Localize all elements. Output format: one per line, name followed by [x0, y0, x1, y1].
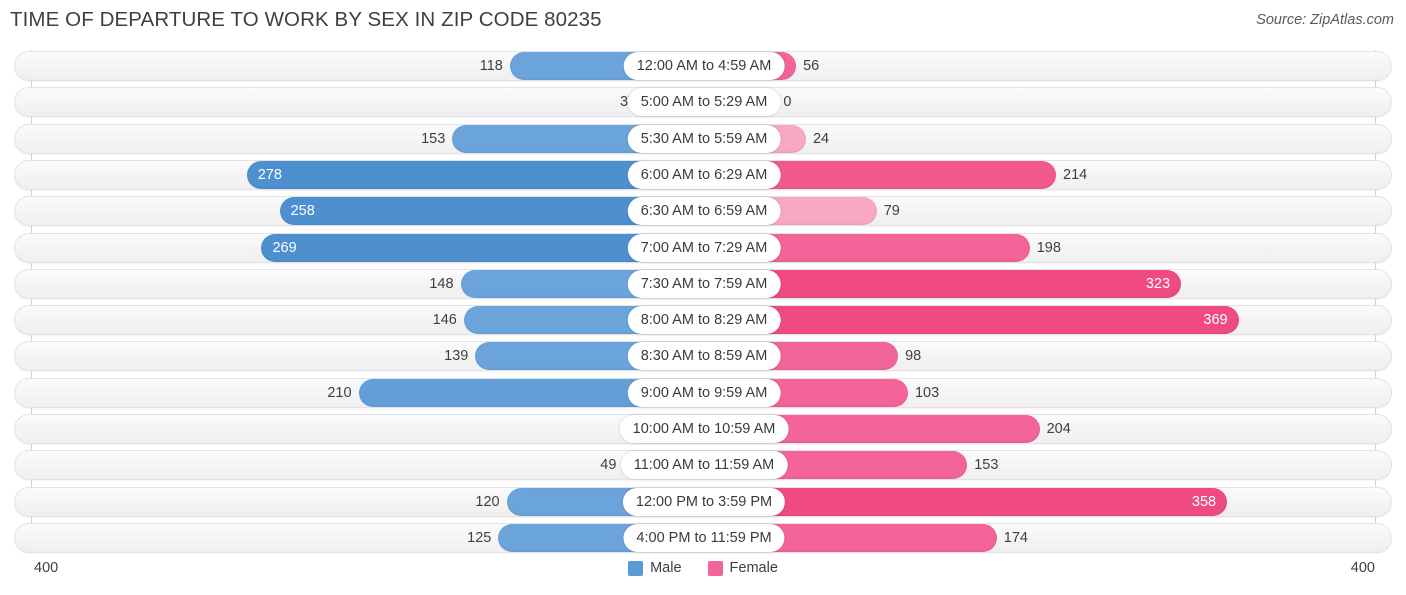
row-bars: 269 198 7:00 AM to 7:29 AM: [15, 233, 1393, 262]
legend-label: Male: [650, 560, 682, 576]
category-label: 7:00 AM to 7:29 AM: [627, 233, 781, 262]
row-bars: 49 153 11:00 AM to 11:59 AM: [15, 451, 1393, 480]
chart-row: 278 214 6:00 AM to 6:29 AM: [14, 159, 1393, 190]
row-bars: 258 79 6:30 AM to 6:59 AM: [15, 197, 1393, 226]
row-bars: 125 174 4:00 PM to 11:59 PM: [15, 523, 1393, 552]
chart-row: 258 79 6:30 AM to 6:59 AM: [14, 196, 1393, 227]
row-bars: 37 05:00 AM to 5:29 AM: [15, 88, 1393, 117]
bar-value-female: 56: [803, 58, 820, 74]
chart-row: 16 204 10:00 AM to 10:59 AM: [14, 414, 1392, 444]
legend-label: Female: [729, 560, 778, 576]
bar-value-female: 204: [1046, 421, 1071, 437]
category-label: 5:30 AM to 5:59 AM: [627, 124, 781, 153]
category-label: 9:00 AM to 9:59 AM: [627, 378, 781, 407]
chart-header: TIME OF DEPARTURE TO WORK BY SEX IN ZIP …: [0, 0, 1406, 44]
chart-row: 153 24 5:30 AM to 5:59 AM: [14, 123, 1393, 154]
bar-value-male: 139: [444, 348, 469, 365]
category-label: 8:30 AM to 8:59 AM: [627, 342, 781, 371]
category-label: 12:00 PM to 3:59 PM: [622, 487, 786, 516]
chart-row: 139 98 8:30 AM to 8:59 AM: [14, 341, 1393, 372]
category-label: 6:30 AM to 6:59 AM: [627, 197, 781, 226]
chart-row: 148 323 7:30 AM to 7:59 AM: [14, 268, 1393, 299]
category-label: 6:00 AM to 6:29 AM: [627, 160, 781, 189]
bar-value-male: 125: [467, 529, 492, 546]
legend-item-female[interactable]: Female: [707, 560, 778, 576]
bar-value-female: 98: [905, 348, 922, 365]
row-bars: 139 98 8:30 AM to 8:59 AM: [15, 342, 1393, 371]
category-label: 10:00 AM to 10:59 AM: [619, 415, 789, 443]
bar-value-male: 49: [600, 457, 617, 474]
bar-value-female: 153: [974, 457, 999, 474]
row-bars: 210 103 9:00 AM to 9:59 AM: [15, 378, 1393, 407]
bar-value-male: 148: [429, 275, 454, 292]
category-label: 12:00 AM to 4:59 AM: [623, 52, 785, 80]
bar-value-female: 198: [1036, 239, 1061, 256]
bar-value-male: 120: [475, 493, 500, 510]
chart-footer: 400 400 Male Female: [0, 555, 1406, 595]
chart-plot-area: 118 56 12:00 AM to 4:59 AM 37 05:00 AM to 5:…: [0, 50, 1406, 555]
row-bars: 118 56 12:00 AM to 4:59 AM: [15, 52, 1393, 80]
bar-value-female: 214: [1063, 166, 1088, 183]
chart-row: 37 05:00 AM to 5:29 AM: [14, 87, 1393, 118]
bar-value-female: 323: [1145, 275, 1171, 292]
chart-row: 210 103 9:00 AM to 9:59 AM: [14, 377, 1393, 408]
category-label: 8:00 AM to 8:29 AM: [627, 306, 781, 335]
legend-swatch-icon: [628, 560, 644, 576]
bar-value-male: 258: [290, 203, 315, 220]
category-label: 7:30 AM to 7:59 AM: [627, 269, 781, 298]
chart-legend: Male Female: [0, 560, 1406, 576]
row-bars: 153 24 5:30 AM to 5:59 AM: [15, 124, 1393, 153]
row-bars: 16 204 10:00 AM to 10:59 AM: [15, 415, 1393, 443]
bar-value-male: 153: [421, 130, 446, 147]
row-bars: 146 369 8:00 AM to 8:29 AM: [15, 306, 1393, 335]
bar-value-female: 358: [1191, 493, 1217, 510]
chart-row: 146 369 8:00 AM to 8:29 AM: [14, 305, 1393, 336]
bar-value-female: 24: [812, 130, 830, 147]
bar-value-female: 79: [883, 203, 900, 220]
chart-row: 118 56 12:00 AM to 4:59 AM: [14, 51, 1392, 81]
bar-female[interactable]: 369: [704, 306, 1239, 335]
bar-value-male: 37: [15, 88, 636, 116]
row-bars: 120 358 12:00 PM to 3:59 PM: [15, 487, 1393, 516]
bar-value-male: 146: [432, 312, 457, 329]
chart-row: 269 198 7:00 AM to 7:29 AM: [14, 232, 1393, 263]
bar-value-male: 269: [272, 239, 297, 256]
chart-row: 120 358 12:00 PM to 3:59 PM: [14, 486, 1393, 517]
bar-value-male: 118: [479, 58, 503, 74]
bar-value-female: 0: [783, 94, 792, 111]
bar-value-male: 16: [15, 415, 657, 443]
page-title: TIME OF DEPARTURE TO WORK BY SEX IN ZIP …: [10, 8, 602, 31]
row-bars: 148 323 7:30 AM to 7:59 AM: [15, 269, 1393, 298]
category-label: 11:00 AM to 11:59 AM: [620, 451, 788, 480]
bar-value-female: 103: [914, 384, 940, 401]
source-attribution: Source: ZipAtlas.com: [1256, 12, 1394, 28]
legend-item-male[interactable]: Male: [628, 560, 682, 576]
category-label: 5:00 AM to 5:29 AM: [627, 88, 781, 117]
row-bars: 278 214 6:00 AM to 6:29 AM: [15, 160, 1393, 189]
category-label: 4:00 PM to 11:59 PM: [623, 523, 785, 552]
bar-value-male: 278: [257, 166, 282, 183]
bar-value-male: 210: [327, 384, 352, 401]
legend-swatch-icon: [707, 560, 723, 576]
bar-value-female: 174: [1003, 529, 1028, 546]
bar-value-female: 369: [1203, 312, 1228, 329]
chart-row: 125 174 4:00 PM to 11:59 PM: [14, 522, 1393, 553]
chart-row: 49 153 11:00 AM to 11:59 AM: [14, 450, 1393, 481]
